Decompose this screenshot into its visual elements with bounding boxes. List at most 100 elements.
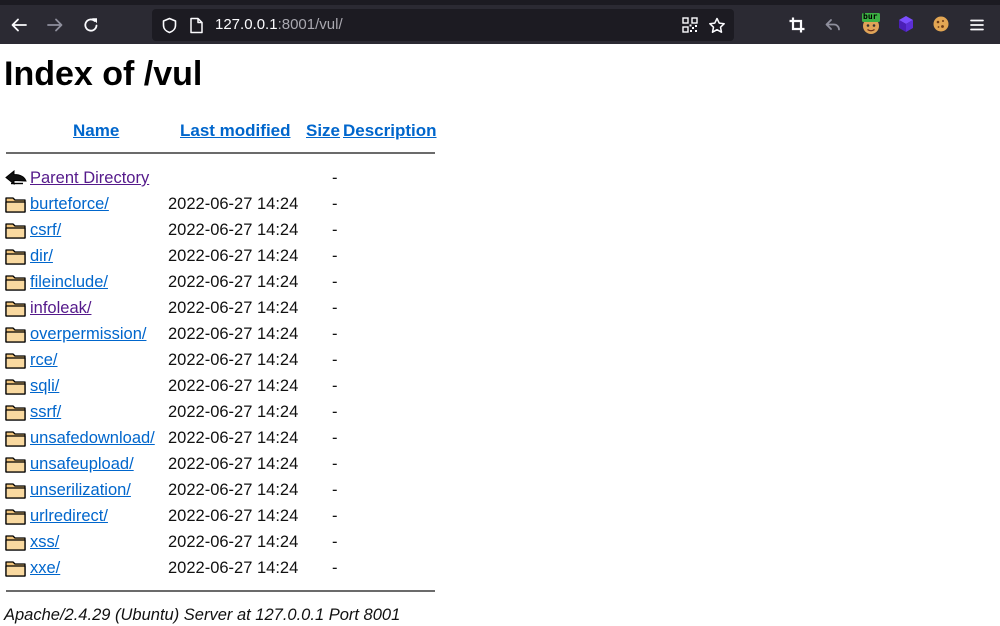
undo-icon bbox=[825, 19, 840, 31]
directory-link[interactable]: unserilization/ bbox=[30, 479, 131, 501]
undo-button[interactable] bbox=[818, 10, 848, 40]
directory-link[interactable]: ssrf/ bbox=[30, 401, 61, 423]
directory-link[interactable]: xss/ bbox=[30, 531, 59, 553]
url-host: 127.0.0.1 bbox=[215, 16, 278, 33]
size-cell: - bbox=[332, 325, 338, 343]
column-header-name[interactable]: Name bbox=[73, 120, 119, 142]
last-modified-cell: 2022-06-27 14:24 bbox=[168, 429, 299, 447]
app-menu-button[interactable] bbox=[962, 10, 992, 40]
directory-row: unserilization/2022-06-27 14:24 - bbox=[0, 478, 440, 504]
folder-icon bbox=[5, 480, 27, 500]
directory-row: csrf/2022-06-27 14:24 - bbox=[0, 218, 440, 244]
directory-link[interactable]: burteforce/ bbox=[30, 193, 109, 215]
parent-directory-row: Parent Directory - bbox=[0, 166, 440, 192]
folder-icon bbox=[5, 402, 27, 422]
bookmark-star-icon[interactable] bbox=[708, 17, 726, 34]
folder-icon bbox=[5, 376, 27, 396]
directory-link[interactable]: fileinclude/ bbox=[30, 271, 108, 293]
directory-link[interactable]: sqli/ bbox=[30, 375, 59, 397]
folder-icon bbox=[5, 532, 27, 552]
directory-link[interactable]: xxe/ bbox=[30, 557, 60, 579]
size-cell: - bbox=[332, 169, 338, 187]
header-divider bbox=[6, 152, 435, 154]
size-cell: - bbox=[332, 351, 338, 369]
cube-extension-icon bbox=[899, 16, 913, 32]
menu-icon bbox=[970, 19, 984, 31]
size-cell: - bbox=[332, 455, 338, 473]
directory-row: overpermission/2022-06-27 14:24 - bbox=[0, 322, 440, 348]
directory-row: urlredirect/2022-06-27 14:24 - bbox=[0, 504, 440, 530]
directory-row: xxe/2022-06-27 14:24 - bbox=[0, 556, 440, 582]
directory-row: xss/2022-06-27 14:24 - bbox=[0, 530, 440, 556]
size-cell: - bbox=[332, 559, 338, 577]
last-modified-cell: 2022-06-27 14:24 bbox=[168, 273, 299, 291]
size-cell: - bbox=[332, 377, 338, 395]
folder-icon bbox=[5, 246, 27, 266]
shield-icon[interactable] bbox=[161, 17, 178, 34]
size-cell: - bbox=[332, 247, 338, 265]
url-text[interactable]: 127.0.0.1:8001/vul/ bbox=[215, 15, 343, 35]
directory-link[interactable]: infoleak/ bbox=[30, 297, 91, 319]
back-button[interactable] bbox=[4, 10, 34, 40]
cube-extension-button[interactable] bbox=[895, 13, 917, 35]
directory-row: unsafedownload/2022-06-27 14:24 - bbox=[0, 426, 440, 452]
url-path: :8001/vul/ bbox=[277, 16, 343, 33]
directory-link[interactable]: urlredirect/ bbox=[30, 505, 108, 527]
forward-icon bbox=[47, 18, 63, 32]
folder-icon bbox=[5, 220, 27, 240]
size-cell: - bbox=[332, 403, 338, 421]
extension-badge: bur bbox=[863, 12, 878, 21]
last-modified-cell: 2022-06-27 14:24 bbox=[168, 299, 299, 317]
last-modified-cell: 2022-06-27 14:24 bbox=[168, 195, 299, 213]
page-icon[interactable] bbox=[189, 17, 204, 34]
last-modified-cell: 2022-06-27 14:24 bbox=[168, 325, 299, 343]
reload-button[interactable] bbox=[76, 10, 106, 40]
folder-icon bbox=[5, 506, 27, 526]
column-header-description[interactable]: Description bbox=[343, 120, 437, 142]
reload-icon bbox=[84, 18, 98, 32]
page-title: Index of /vul bbox=[4, 55, 203, 93]
cookie-icon bbox=[933, 16, 949, 32]
forward-button[interactable] bbox=[40, 10, 70, 40]
directory-link[interactable]: dir/ bbox=[30, 245, 53, 267]
last-modified-cell: 2022-06-27 14:24 bbox=[168, 507, 299, 525]
directory-link[interactable]: rce/ bbox=[30, 349, 58, 371]
folder-icon bbox=[5, 350, 27, 370]
folder-icon bbox=[5, 298, 27, 318]
qr-code-icon[interactable] bbox=[682, 17, 698, 33]
parent-directory-link[interactable]: Parent Directory bbox=[30, 167, 149, 189]
last-modified-cell: 2022-06-27 14:24 bbox=[168, 559, 299, 577]
crop-button[interactable] bbox=[782, 10, 812, 40]
directory-row: fileinclude/2022-06-27 14:24 - bbox=[0, 270, 440, 296]
directory-link[interactable]: unsafeupload/ bbox=[30, 453, 134, 475]
page-content: Index of /vul Name Last modified Size De… bbox=[0, 44, 1000, 624]
back-arrow-icon bbox=[5, 168, 27, 188]
size-cell: - bbox=[332, 481, 338, 499]
directory-link[interactable]: unsafedownload/ bbox=[30, 427, 155, 449]
last-modified-cell: 2022-06-27 14:24 bbox=[168, 351, 299, 369]
size-cell: - bbox=[332, 195, 338, 213]
folder-icon bbox=[5, 558, 27, 578]
column-header-size[interactable]: Size bbox=[306, 120, 340, 142]
directory-row: dir/2022-06-27 14:24 - bbox=[0, 244, 440, 270]
directory-link[interactable]: overpermission/ bbox=[30, 323, 146, 345]
folder-icon bbox=[5, 428, 27, 448]
cookie-extension-button[interactable] bbox=[930, 13, 952, 35]
browser-toolbar: 127.0.0.1:8001/vul/ bur bbox=[0, 0, 1000, 44]
last-modified-cell: 2022-06-27 14:24 bbox=[168, 481, 299, 499]
server-signature: Apache/2.4.29 (Ubuntu) Server at 127.0.0… bbox=[4, 606, 401, 624]
address-bar[interactable]: 127.0.0.1:8001/vul/ bbox=[152, 9, 734, 41]
directory-row: rce/2022-06-27 14:24 - bbox=[0, 348, 440, 374]
column-header-last-modified[interactable]: Last modified bbox=[180, 120, 291, 142]
last-modified-cell: 2022-06-27 14:24 bbox=[168, 247, 299, 265]
directory-row: unsafeupload/2022-06-27 14:24 - bbox=[0, 452, 440, 478]
last-modified-cell: 2022-06-27 14:24 bbox=[168, 377, 299, 395]
size-cell: - bbox=[332, 507, 338, 525]
burp-extension-button[interactable]: bur bbox=[860, 12, 882, 35]
last-modified-cell: 2022-06-27 14:24 bbox=[168, 533, 299, 551]
size-cell: - bbox=[332, 429, 338, 447]
size-cell: - bbox=[332, 533, 338, 551]
directory-row: ssrf/2022-06-27 14:24 - bbox=[0, 400, 440, 426]
footer-divider bbox=[6, 590, 435, 592]
directory-link[interactable]: csrf/ bbox=[30, 219, 61, 241]
